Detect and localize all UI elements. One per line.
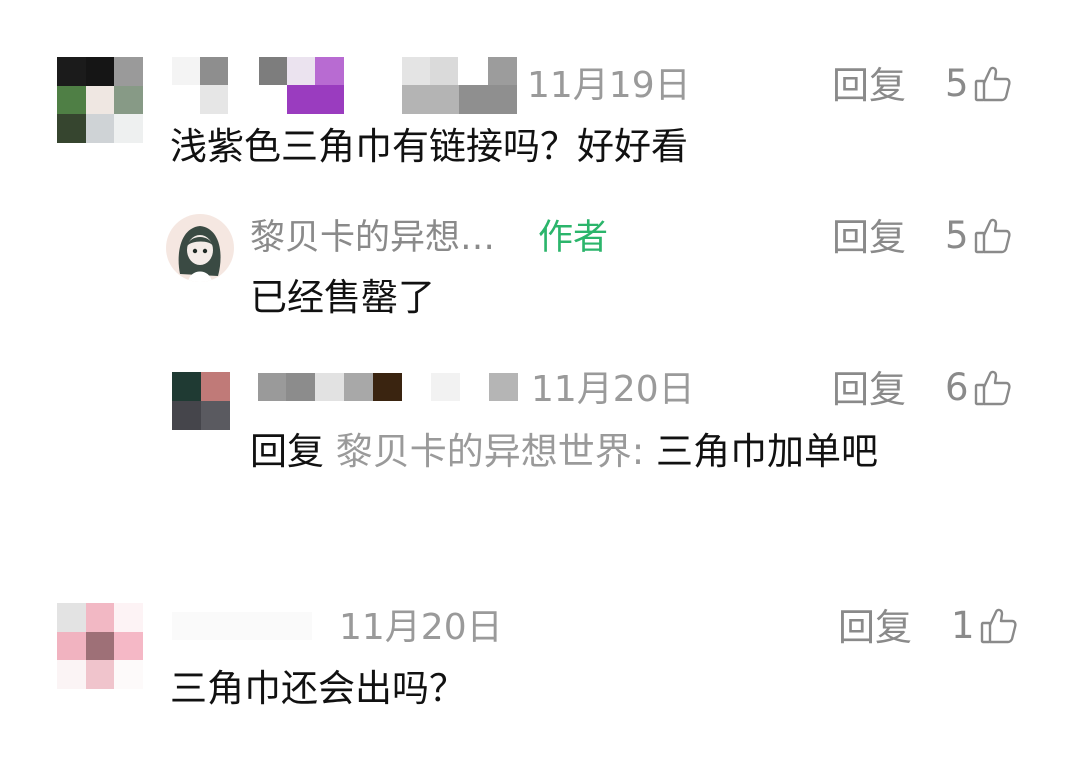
reply-username[interactable]: 黎贝卡的异想… [250, 218, 495, 258]
comment-text: 三角巾还会出吗？ [170, 667, 466, 710]
author-avatar[interactable] [166, 214, 234, 282]
reply-prefix: 回复 [250, 430, 324, 473]
like-button[interactable]: 1 [951, 606, 1019, 646]
avatar[interactable] [172, 372, 230, 430]
mentioned-user[interactable]: 黎贝卡的异想世界: [336, 430, 644, 473]
thumbs-up-icon [974, 218, 1011, 254]
reply-text-line: 回复 黎贝卡的异想世界: 三角巾加单吧 [250, 430, 878, 474]
like-count: 5 [945, 214, 969, 257]
comment-date: 11月19日 [527, 65, 691, 106]
reply-button[interactable]: 回复 [832, 218, 906, 258]
reply-button[interactable]: 回复 [838, 608, 912, 648]
comment-text: 浅紫色三角巾有链接吗？好好看 [170, 125, 688, 168]
username-pixelated[interactable] [172, 57, 517, 114]
like-button[interactable]: 6 [945, 368, 1013, 408]
username-pixelated[interactable] [172, 612, 312, 640]
girl-avatar-icon [178, 226, 221, 282]
reply-button[interactable]: 回复 [832, 66, 906, 106]
reply-text: 已经售罄了 [250, 276, 435, 319]
avatar[interactable] [57, 603, 143, 689]
like-count: 1 [951, 604, 975, 647]
like-count: 6 [945, 366, 969, 409]
like-button[interactable]: 5 [945, 216, 1013, 256]
like-button[interactable]: 5 [945, 64, 1013, 104]
comment-date: 11月20日 [339, 607, 503, 648]
like-count: 5 [945, 62, 969, 105]
author-badge: 作者 [538, 218, 609, 258]
reply-button[interactable]: 回复 [832, 370, 906, 410]
avatar[interactable] [57, 57, 143, 143]
reply-text: 三角巾加单吧 [656, 430, 878, 473]
username-pixelated[interactable] [258, 373, 518, 401]
thumbs-up-icon [974, 66, 1011, 102]
reply-date: 11月20日 [531, 369, 695, 410]
thumbs-up-icon [974, 370, 1011, 406]
thumbs-up-icon [980, 608, 1017, 644]
